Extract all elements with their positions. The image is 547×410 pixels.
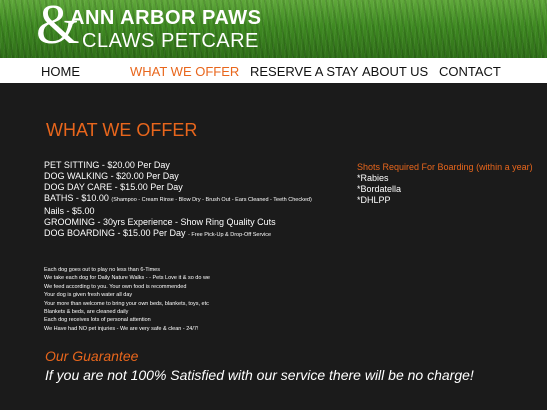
- policy-item: Blankets & beds, are cleaned daily: [44, 309, 129, 316]
- service-baths: BATHS - $10.00: [44, 193, 109, 203]
- service-baths-note: (Shampoo - Cream Rinse - Blow Dry - Brus…: [111, 197, 312, 203]
- care-policies: Each dog goes out to play no less than 6…: [44, 266, 210, 333]
- shot-item: *DHLPP: [357, 195, 391, 205]
- service-dog-boarding: DOG BOARDING - $15.00 Per Day: [44, 228, 186, 238]
- guarantee-text: If you are not 100% Satisfied with our s…: [45, 367, 474, 383]
- page-title: WHAT WE OFFER: [46, 120, 198, 140]
- policy-item: We take each dog for Daily Nature Walks …: [44, 275, 210, 282]
- policy-item: We feed according to you. Your own food …: [44, 283, 187, 290]
- nav-home[interactable]: HOME: [41, 64, 80, 79]
- service-dog-day-care: DOG DAY CARE - $15.00 Per Day: [44, 182, 183, 192]
- nav-contact[interactable]: CONTACT: [439, 64, 501, 79]
- service-dog-boarding-row: DOG BOARDING - $15.00 Per Day - Free Pic…: [44, 228, 312, 241]
- nav-reserve-a-stay[interactable]: RESERVE A STAY: [250, 64, 358, 79]
- policy-item: Your more than welcome to bring your own…: [44, 300, 209, 307]
- service-nails: Nails - $5.00: [44, 206, 95, 216]
- service-grooming: GROOMING - 30yrs Experience - Show Ring …: [44, 217, 276, 227]
- shots-title: Shots Required For Boarding (within a ye…: [357, 162, 533, 172]
- nav-about-us[interactable]: ABOUT US: [362, 64, 428, 79]
- nav-what-we-offer[interactable]: WHAT WE OFFER: [130, 64, 239, 79]
- service-dog-walking: DOG WALKING - $20.00 Per Day: [44, 171, 179, 181]
- service-dog-boarding-note: - Free Pick-Up & Drop-Off Service: [188, 232, 272, 238]
- grass-header: & ANN ARBOR PAWS CLAWS PETCARE: [0, 0, 547, 58]
- policy-item: We Have had NO pet injuries - We are ver…: [44, 325, 199, 332]
- main-nav: HOME WHAT WE OFFER RESERVE A STAY ABOUT …: [0, 58, 547, 83]
- shot-item: *Bordatella: [357, 184, 402, 194]
- services-list: PET SITTING - $20.00 Per Day DOG WALKING…: [44, 160, 312, 241]
- shots-required: Shots Required For Boarding (within a ye…: [357, 161, 533, 206]
- service-baths-row: BATHS - $10.00 (Shampoo - Cream Rinse - …: [44, 193, 312, 206]
- logo-title-line2: CLAWS PETCARE: [82, 30, 259, 52]
- policy-item: Each dog goes out to play no less than 6…: [44, 267, 160, 273]
- shot-item: *Rabies: [357, 173, 389, 183]
- logo-title-line1: ANN ARBOR PAWS: [70, 7, 262, 29]
- policy-item: Your dog is given fresh water all day: [44, 292, 133, 299]
- service-pet-sitting: PET SITTING - $20.00 Per Day: [44, 160, 170, 170]
- policy-item: Each dog receives lots of personal atten…: [44, 317, 151, 324]
- guarantee-title: Our Guarantee: [45, 348, 139, 364]
